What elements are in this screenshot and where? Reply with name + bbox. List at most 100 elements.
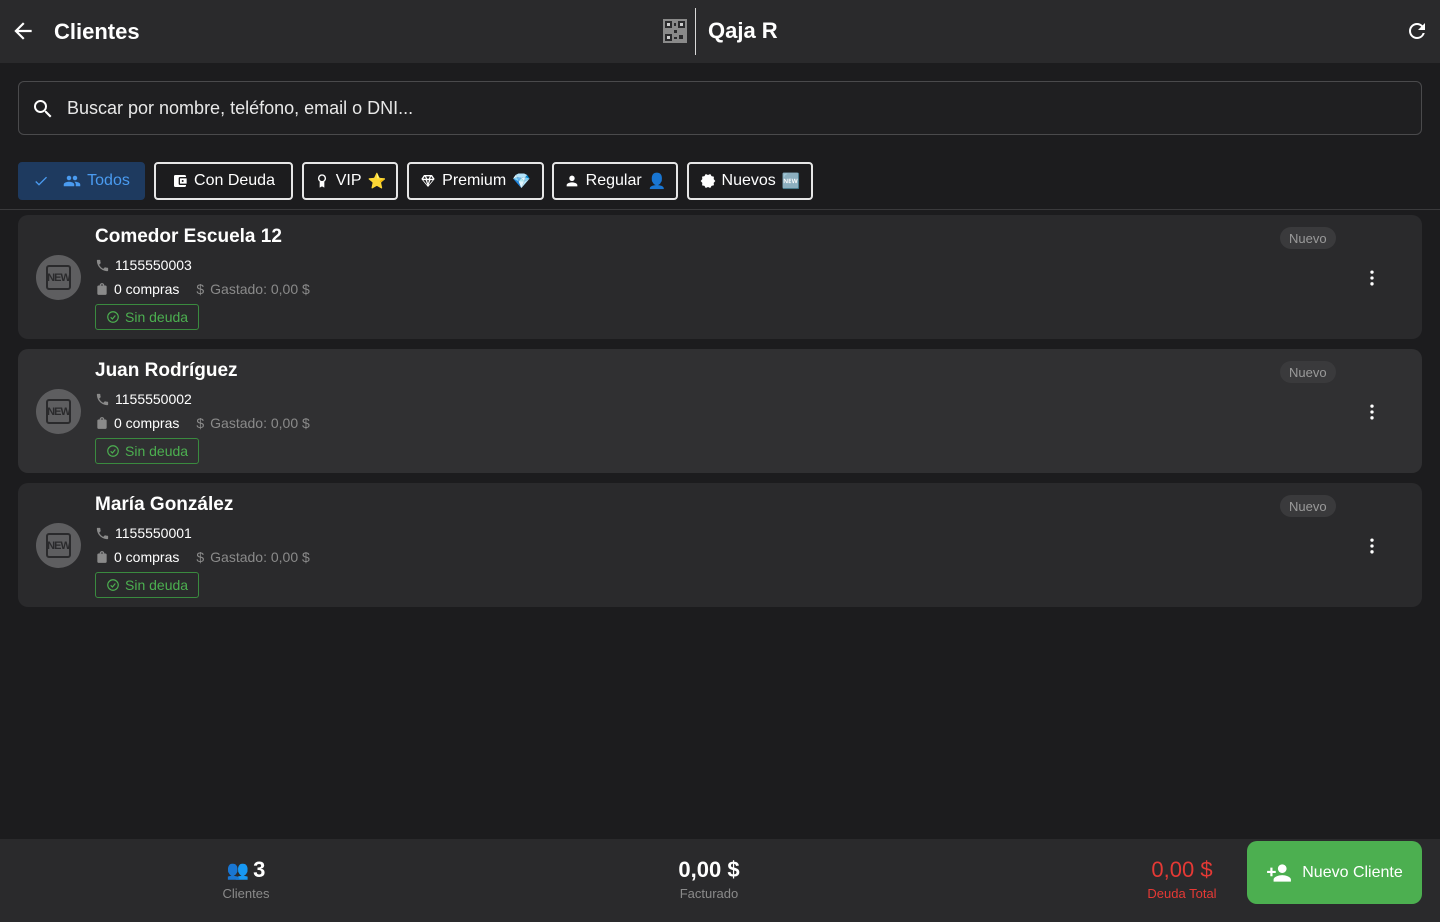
- debt-status-badge: Sin deuda: [95, 304, 200, 330]
- check-circle-icon: [107, 445, 119, 457]
- phone-icon: [96, 259, 109, 271]
- filter-chip-label: VIP: [335, 172, 362, 189]
- client-spent-text: Gastado: 0,00 $: [210, 549, 310, 565]
- client-card[interactable]: NEW Juan Rodríguez 1155550002 0 compras …: [18, 349, 1422, 473]
- bag-icon: [97, 551, 107, 563]
- new-avatar-icon: NEW: [46, 533, 71, 558]
- filter-chip-todos[interactable]: Todos: [18, 162, 145, 200]
- filter-divider: [0, 209, 1440, 210]
- bag-icon: [97, 283, 107, 295]
- tier-badge: Nuevo: [1280, 227, 1336, 249]
- more-options-button[interactable]: [1362, 400, 1382, 424]
- refresh-button[interactable]: [1405, 19, 1429, 43]
- more-vert-icon: [1370, 404, 1374, 420]
- client-stats-row: 0 compras $ Gastado: 0,00 $: [95, 549, 310, 565]
- client-spent: $ Gastado: 0,00 $: [196, 549, 309, 565]
- new-client-button[interactable]: Nuevo Cliente: [1247, 841, 1422, 904]
- debt-status-text: Sin deuda: [125, 577, 189, 593]
- dollar-icon: $: [196, 415, 205, 431]
- debt-status-text: Sin deuda: [125, 443, 189, 459]
- brand-name: Qaja R: [708, 18, 778, 43]
- new-client-label: Nuevo Cliente: [1302, 863, 1403, 881]
- people-icon: [63, 175, 81, 187]
- phone-icon: [96, 527, 109, 539]
- client-name: Comedor Escuela 12: [95, 226, 282, 247]
- client-name: María González: [95, 494, 234, 515]
- refresh-icon: [1409, 23, 1425, 39]
- total-debt-value: 0,00 $: [1151, 857, 1213, 882]
- gem-icon: 💎: [512, 173, 531, 190]
- more-options-button[interactable]: [1362, 534, 1382, 558]
- filter-chip-label: Premium: [442, 172, 507, 189]
- people-emoji-icon: 👥: [226, 859, 250, 880]
- client-purchases: 0 compras: [114, 281, 180, 297]
- more-vert-icon: [1370, 270, 1374, 286]
- client-phone-row: 1155550001: [95, 525, 192, 541]
- qr-logo-icon: [663, 19, 687, 43]
- filter-chip-nuevos[interactable]: Nuevos 🆕: [687, 162, 813, 200]
- client-phone: 1155550001: [115, 525, 192, 541]
- filter-chip-label: Todos: [87, 172, 130, 189]
- filter-chip-vip[interactable]: VIP ⭐: [302, 162, 398, 200]
- client-phone-row: 1155550002: [95, 391, 192, 407]
- client-spent: $ Gastado: 0,00 $: [196, 415, 309, 431]
- client-stats-row: 0 compras $ Gastado: 0,00 $: [95, 415, 310, 431]
- filter-chip-regular[interactable]: Regular 👤: [552, 162, 678, 200]
- client-name: Juan Rodríguez: [95, 360, 238, 381]
- billed-label: Facturado: [679, 886, 739, 901]
- dollar-icon: $: [196, 281, 205, 297]
- tier-badge: Nuevo: [1280, 361, 1336, 383]
- bag-icon: [97, 417, 107, 429]
- avatar: NEW: [36, 389, 81, 434]
- client-spent-text: Gastado: 0,00 $: [210, 415, 310, 431]
- total-debt-label: Deuda Total: [1147, 886, 1217, 901]
- client-spent: $ Gastado: 0,00 $: [196, 281, 309, 297]
- filter-chip-label: Regular: [585, 172, 642, 189]
- avatar: NEW: [36, 255, 81, 300]
- award-icon: [317, 174, 326, 188]
- search-input[interactable]: [67, 92, 1397, 124]
- app-bar: Clientes Qaja R: [0, 0, 1440, 63]
- clients-count-label: Clientes: [222, 886, 270, 901]
- arrow-back-icon: [14, 22, 32, 40]
- summary-bar: 👥 3 Clientes 0,00 $ Facturado 0,00 $ Deu…: [0, 839, 1440, 922]
- star-icon: ⭐: [367, 173, 387, 190]
- dollar-icon: $: [196, 549, 205, 565]
- debt-status-badge: Sin deuda: [95, 572, 200, 598]
- check-circle-icon: [107, 311, 119, 323]
- total-debt-stat: 0,00 $ Deuda Total: [1132, 857, 1232, 901]
- filter-chip-premium[interactable]: Premium 💎: [407, 162, 544, 200]
- avatar: NEW: [36, 523, 81, 568]
- search-icon: [31, 97, 55, 121]
- bust-icon: 👤: [647, 173, 667, 190]
- brand-divider: [695, 8, 696, 55]
- back-button[interactable]: [10, 18, 36, 44]
- page-title: Clientes: [54, 19, 140, 44]
- new-icon: 🆕: [781, 173, 801, 190]
- person-icon: [566, 175, 577, 187]
- filter-chip-label: Con Deuda: [194, 172, 275, 189]
- client-purchases: 0 compras: [114, 415, 180, 431]
- client-card[interactable]: NEW María González 1155550001 0 compras …: [18, 483, 1422, 607]
- check-circle-icon: [107, 579, 119, 591]
- filter-chip-label: Nuevos: [721, 172, 776, 189]
- client-phone-row: 1155550003: [95, 257, 192, 273]
- more-vert-icon: [1370, 538, 1374, 554]
- client-spent-text: Gastado: 0,00 $: [210, 281, 310, 297]
- debt-status-text: Sin deuda: [125, 309, 189, 325]
- new-avatar-icon: NEW: [46, 399, 71, 424]
- client-card[interactable]: NEW Comedor Escuela 12 1155550003 0 comp…: [18, 215, 1422, 339]
- phone-icon: [96, 393, 109, 405]
- new-badge-icon: [700, 174, 715, 188]
- more-options-button[interactable]: [1362, 266, 1382, 290]
- person-add-icon: [1267, 863, 1292, 882]
- search-box: [18, 81, 1422, 135]
- check-icon: [35, 176, 48, 186]
- clients-count-stat: 👥 3 Clientes: [196, 857, 296, 901]
- filter-chip-con-deuda[interactable]: Con Deuda: [154, 162, 293, 200]
- client-phone: 1155550003: [115, 257, 192, 273]
- new-avatar-icon: NEW: [46, 265, 71, 290]
- billed-value: 0,00 $: [678, 857, 740, 882]
- client-stats-row: 0 compras $ Gastado: 0,00 $: [95, 281, 310, 297]
- tier-badge: Nuevo: [1280, 495, 1336, 517]
